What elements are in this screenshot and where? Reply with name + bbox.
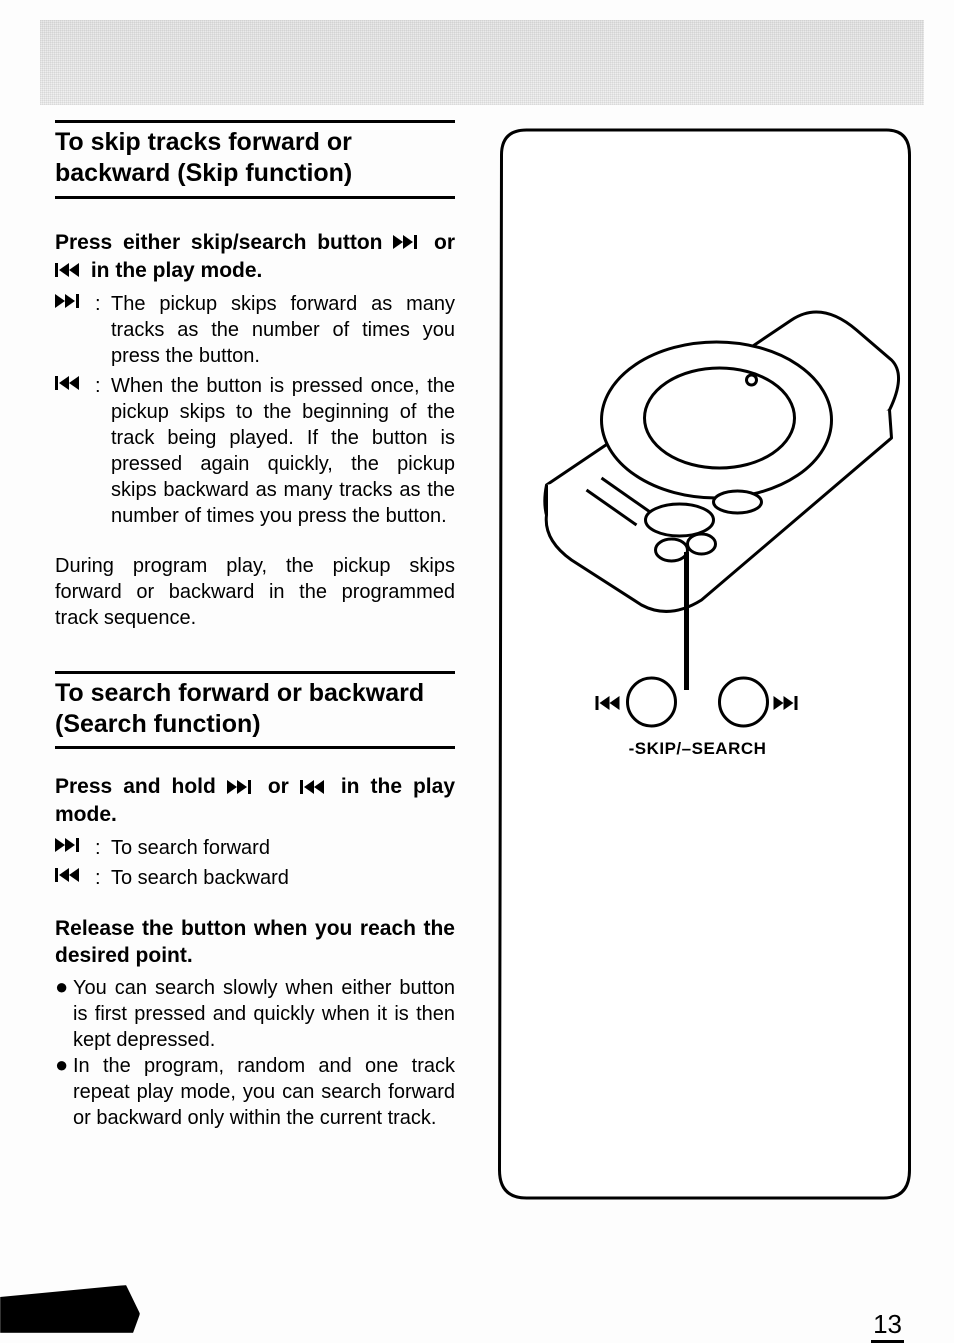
prev-track-icon (55, 257, 85, 284)
bullet-row: ● You can search slowly when either butt… (55, 975, 455, 1053)
skip-lead-post: in the play mode. (91, 259, 263, 282)
page-number: 13 (871, 1309, 904, 1343)
search-fwd-desc: To search forward (111, 835, 455, 861)
scanner-edge-artifact (0, 1285, 140, 1333)
skip-fwd-row: : The pickup skips forward as many track… (55, 291, 455, 369)
bullet-text: You can search slowly when either button… (73, 975, 455, 1053)
search-definitions: : To search forward : To search backward (55, 835, 455, 891)
skip-fwd-desc: The pickup skips forward as many tracks … (111, 291, 455, 369)
colon: : (95, 291, 111, 369)
skip-note: During program play, the pickup skips fo… (55, 553, 455, 631)
search-heading: To search forward or backward (Search fu… (55, 674, 455, 750)
next-track-icon (55, 835, 95, 861)
skip-back-desc: When the button is pressed once, the pic… (111, 373, 455, 529)
search-back-row: : To search backward (55, 865, 455, 891)
page-content: To skip tracks forward or backward (Skip… (55, 120, 914, 1303)
bullet-text: In the program, random and one track rep… (73, 1053, 455, 1131)
next-track-icon (393, 229, 423, 256)
search-back-desc: To search backward (111, 865, 455, 891)
prev-track-icon (55, 373, 95, 529)
search-lead-mid: or (268, 775, 300, 798)
search-lead-pre: Press and hold (55, 775, 227, 798)
colon: : (95, 865, 111, 891)
search-bullets: ● You can search slowly when either butt… (55, 975, 455, 1131)
skip-back-row: : When the button is pressed once, the p… (55, 373, 455, 529)
skip-lead: Press either skip/search button or in th… (55, 229, 455, 285)
skip-heading: To skip tracks forward or backward (Skip… (55, 123, 455, 199)
skip-definitions: : The pickup skips forward as many track… (55, 291, 455, 529)
colon: : (95, 373, 111, 529)
bullet-icon: ● (55, 1053, 73, 1131)
search-release: Release the button when you reach the de… (55, 915, 455, 970)
next-track-icon (55, 291, 95, 369)
device-figure: -SKIP/–SEARCH (489, 120, 914, 1205)
search-section: To search forward or backward (Search fu… (55, 671, 455, 1131)
right-column: -SKIP/–SEARCH 13 (489, 120, 914, 1303)
prev-track-icon (55, 865, 95, 891)
header-band (40, 20, 924, 105)
bullet-icon: ● (55, 975, 73, 1053)
colon: : (95, 835, 111, 861)
next-track-icon (227, 774, 257, 801)
search-lead: Press and hold or in the play mode. (55, 773, 455, 828)
bullet-row: ● In the program, random and one track r… (55, 1053, 455, 1131)
left-column: To skip tracks forward or backward (Skip… (55, 120, 455, 1303)
prev-track-icon (300, 774, 330, 801)
skip-lead-mid: or (434, 231, 455, 254)
skip-lead-pre: Press either skip/search button (55, 231, 393, 254)
search-fwd-row: : To search forward (55, 835, 455, 861)
figure-callout-label: -SKIP/–SEARCH (629, 739, 767, 758)
